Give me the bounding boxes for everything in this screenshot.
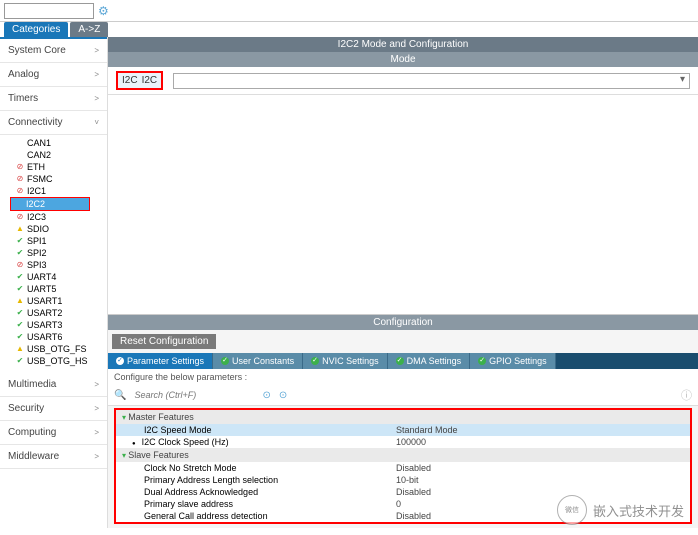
chevron-right-icon: > <box>94 404 99 413</box>
tab-gpio-settings[interactable]: ✓GPIO Settings <box>470 353 556 369</box>
sidebar-item-usb-otg-fs[interactable]: ▲USB_OTG_FS <box>14 343 107 355</box>
sidebar-item-fsmc[interactable]: ⊘FSMC <box>14 173 107 185</box>
top-search-input[interactable] <box>4 3 94 19</box>
ok-icon: ✔ <box>16 333 24 341</box>
chevron-down-icon: ˅ <box>94 118 99 127</box>
sidebar-item-sdio[interactable]: ▲SDIO <box>14 223 107 235</box>
param-group-master[interactable]: Master Features <box>116 410 690 424</box>
status-icon: ● <box>16 151 24 159</box>
sidebar-item-can2[interactable]: ●CAN2 <box>14 149 107 161</box>
chevron-right-icon: > <box>94 94 99 103</box>
tab-user-constants[interactable]: ✓User Constants <box>213 353 303 369</box>
configuration-header: Configuration <box>108 315 698 330</box>
mode-select-highlight: I2C I2C <box>116 71 163 90</box>
sidebar-tabbar: Categories A->Z <box>0 22 698 37</box>
config-tabs: ✓Parameter Settings ✓User Constants ✓NVI… <box>108 353 698 369</box>
expand-icon[interactable]: ⊙ <box>279 390 287 401</box>
info-icon[interactable]: ⓘ <box>681 387 692 403</box>
check-icon: ✓ <box>116 357 124 365</box>
warning-icon: ▲ <box>16 297 24 305</box>
search-icon: 🔍 <box>114 390 126 401</box>
gear-icon[interactable]: ⚙ <box>98 4 109 18</box>
sidebar-item-spi2[interactable]: ✔SPI2 <box>14 247 107 259</box>
sidebar-group-middleware[interactable]: Middleware> <box>0 445 107 469</box>
ok-icon: ✔ <box>16 273 24 281</box>
tab-categories[interactable]: Categories <box>4 22 68 37</box>
reset-configuration-button[interactable]: Reset Configuration <box>112 334 216 349</box>
sidebar-item-spi1[interactable]: ✔SPI1 <box>14 235 107 247</box>
chevron-right-icon: > <box>94 70 99 79</box>
check-icon: ✓ <box>396 357 404 365</box>
warning-icon: ▲ <box>16 225 24 233</box>
ok-icon: ✔ <box>16 237 24 245</box>
param-row-no-stretch[interactable]: Clock No Stretch ModeDisabled <box>116 462 690 474</box>
sidebar-group-timers[interactable]: Timers> <box>0 87 107 111</box>
chevron-right-icon: > <box>94 380 99 389</box>
mode-label: I2C <box>122 75 138 86</box>
ok-icon: ✔ <box>16 309 24 317</box>
mode-header: Mode <box>108 52 698 67</box>
tab-az[interactable]: A->Z <box>70 22 108 37</box>
disabled-icon: ⊘ <box>16 163 24 171</box>
sidebar-item-usart3[interactable]: ✔USART3 <box>14 319 107 331</box>
sidebar-item-i2c3[interactable]: ⊘I2C3 <box>14 211 107 223</box>
chevron-right-icon: > <box>94 428 99 437</box>
disabled-icon: ⊘ <box>16 213 24 221</box>
sidebar-item-spi3[interactable]: ⊘SPI3 <box>14 259 107 271</box>
tab-nvic-settings[interactable]: ✓NVIC Settings <box>303 353 388 369</box>
param-row-dual-addr[interactable]: Dual Address AcknowledgedDisabled <box>116 486 690 498</box>
chevron-right-icon: > <box>94 452 99 461</box>
check-icon: ✓ <box>478 357 486 365</box>
sidebar-item-i2c2[interactable]: ●I2C2 <box>10 197 90 211</box>
param-row-general-call[interactable]: General Call address detectionDisabled <box>116 510 690 522</box>
ok-icon: ✔ <box>16 357 24 365</box>
sidebar-group-analog[interactable]: Analog> <box>0 63 107 87</box>
sidebar-item-uart4[interactable]: ✔UART4 <box>14 271 107 283</box>
sidebar-item-usart2[interactable]: ✔USART2 <box>14 307 107 319</box>
disabled-icon: ⊘ <box>16 187 24 195</box>
ok-icon: ✔ <box>16 249 24 257</box>
disabled-icon: ⊘ <box>16 261 24 269</box>
config-hint: Configure the below parameters : <box>108 369 698 385</box>
mode-value: I2C <box>142 75 158 86</box>
panel-title: I2C2 Mode and Configuration <box>108 37 698 52</box>
param-row-speed-mode[interactable]: I2C Speed Mode Standard Mode <box>116 424 690 436</box>
collapse-icon[interactable]: ⊙ <box>262 390 270 401</box>
check-icon: ✓ <box>221 357 229 365</box>
connectivity-items: ●CAN1 ●CAN2 ⊘ETH ⊘FSMC ⊘I2C1 ●I2C2 ⊘I2C3… <box>0 135 107 373</box>
tab-dma-settings[interactable]: ✓DMA Settings <box>388 353 471 369</box>
sidebar-item-usart1[interactable]: ▲USART1 <box>14 295 107 307</box>
param-search-input[interactable] <box>134 390 254 400</box>
tab-parameter-settings[interactable]: ✓Parameter Settings <box>108 353 213 369</box>
sidebar-group-connectivity[interactable]: Connectivity˅ <box>0 111 107 135</box>
sidebar-item-usb-otg-hs[interactable]: ✔USB_OTG_HS <box>14 355 107 367</box>
sidebar-group-security[interactable]: Security> <box>0 397 107 421</box>
sidebar-item-i2c1[interactable]: ⊘I2C1 <box>14 185 107 197</box>
sidebar: System Core> Analog> Timers> Connectivit… <box>0 37 108 528</box>
status-icon: ● <box>16 139 24 147</box>
sidebar-group-multimedia[interactable]: Multimedia> <box>0 373 107 397</box>
mode-dropdown[interactable] <box>173 73 690 89</box>
sidebar-item-uart5[interactable]: ✔UART5 <box>14 283 107 295</box>
warning-icon: ▲ <box>16 345 24 353</box>
sidebar-item-can1[interactable]: ●CAN1 <box>14 137 107 149</box>
ok-icon: ✔ <box>16 321 24 329</box>
sidebar-group-computing[interactable]: Computing> <box>0 421 107 445</box>
sidebar-item-eth[interactable]: ⊘ETH <box>14 161 107 173</box>
param-row-clock-speed[interactable]: ●I2C Clock Speed (Hz) 100000 <box>116 436 690 448</box>
ok-icon: ✔ <box>16 285 24 293</box>
sidebar-item-usart6[interactable]: ✔USART6 <box>14 331 107 343</box>
parameters-table: Master Features I2C Speed Mode Standard … <box>114 408 692 524</box>
disabled-icon: ⊘ <box>16 175 24 183</box>
status-icon: ● <box>15 200 23 208</box>
check-icon: ✓ <box>311 357 319 365</box>
sidebar-group-system-core[interactable]: System Core> <box>0 39 107 63</box>
param-row-primary-slave-addr[interactable]: Primary slave address0 <box>116 498 690 510</box>
chevron-right-icon: > <box>94 46 99 55</box>
param-row-primary-addr-len[interactable]: Primary Address Length selection10-bit <box>116 474 690 486</box>
param-group-slave[interactable]: Slave Features <box>116 448 690 462</box>
